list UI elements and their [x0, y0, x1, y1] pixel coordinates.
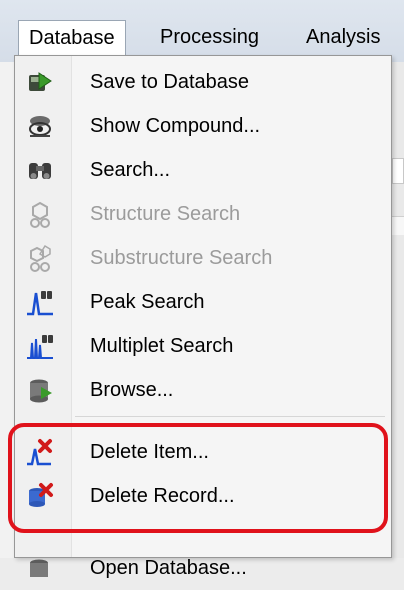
menu-item-label: Browse... — [90, 379, 174, 401]
menu-separator — [75, 416, 385, 417]
binoculars-search-icon — [29, 163, 51, 179]
menu-item-label: Save to Database — [90, 71, 249, 93]
menu-item-search[interactable]: Search... — [15, 148, 391, 192]
multiplet-search-icon — [27, 335, 53, 359]
menu-item-label: Peak Search — [90, 291, 205, 313]
menu-item-label: Substructure Search — [90, 247, 273, 269]
menu-item-label: Open Database... — [90, 557, 247, 579]
menu-analysis[interactable]: Analysis — [296, 20, 390, 54]
structure-search-icon — [30, 201, 50, 228]
peak-search-icon — [27, 291, 53, 316]
background-panel-right — [392, 62, 404, 558]
menu-bar: Database Processing Analysis — [0, 0, 404, 63]
browse-database-icon — [30, 379, 52, 403]
menu-item-open-database[interactable]: Open Database... — [15, 546, 391, 590]
save-to-database-icon — [29, 72, 52, 91]
menu-item-multiplet-search[interactable]: Multiplet Search — [15, 324, 391, 368]
menu-item-show-compound[interactable]: Show Compound... — [15, 104, 391, 148]
show-compound-icon — [29, 116, 51, 137]
menu-item-label: Show Compound... — [90, 115, 261, 137]
menu-item-label: Search... — [90, 159, 171, 181]
menu-item-substructure-search[interactable]: Substructure Search — [15, 236, 391, 280]
menu-item-structure-search[interactable]: Structure Search — [15, 192, 391, 236]
menu-item-save-to-database[interactable]: Save to Database — [15, 60, 391, 104]
highlight-annotation — [8, 423, 388, 533]
background-field — [392, 158, 404, 184]
menu-database[interactable]: Database — [18, 20, 126, 56]
menu-item-peak-search[interactable]: Peak Search — [15, 280, 391, 324]
menu-item-label: Multiplet Search — [90, 335, 234, 357]
background-row — [392, 216, 404, 235]
menu-processing[interactable]: Processing — [150, 20, 269, 54]
menu-item-label: Structure Search — [90, 203, 241, 225]
menu-item-browse[interactable]: Browse... — [15, 368, 391, 412]
substructure-search-icon — [30, 244, 51, 272]
